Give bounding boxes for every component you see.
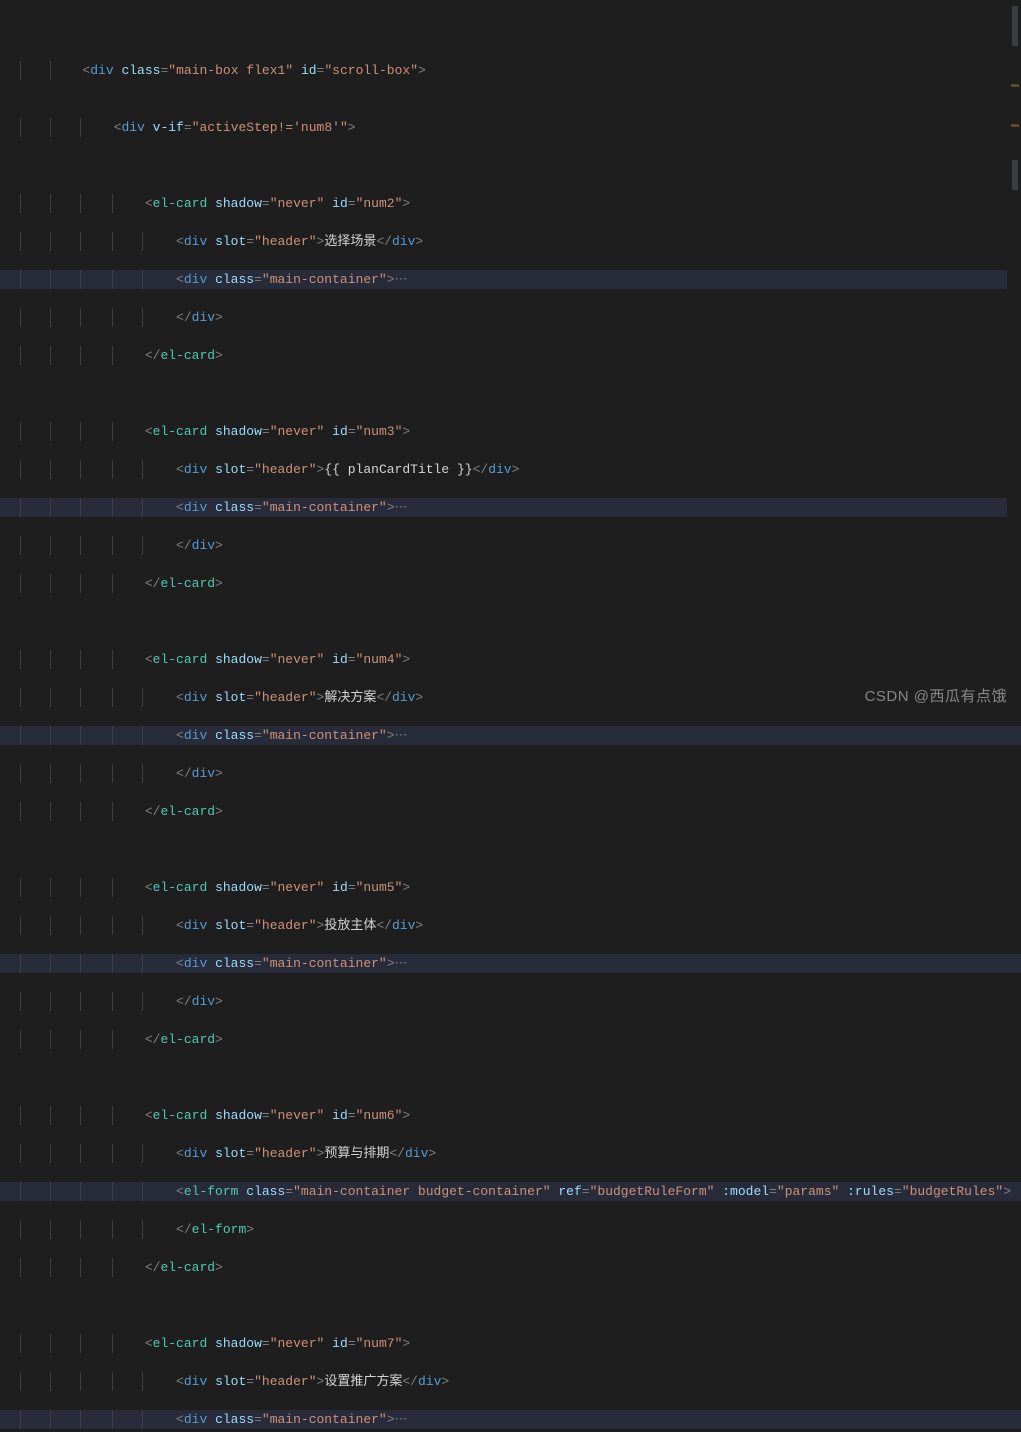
code-line: <el-card shadow="never" id="num6"> (0, 1106, 1021, 1125)
fold-icon[interactable]: ⋯ (395, 956, 408, 971)
code-line: <div slot="header">投放主体</div> (0, 916, 1021, 935)
code-line: </el-card> (0, 802, 1021, 821)
code-line: <div slot="header">设置推广方案</div> (0, 1372, 1021, 1391)
watermark: CSDN @西瓜有点饿 (865, 687, 1007, 706)
code-line: <div class="main-container">⋯ (0, 1410, 1021, 1429)
code-line: <div class="main-container">⋯ (0, 726, 1021, 745)
fold-icon[interactable]: ⋯ (395, 728, 408, 743)
code-line: </div> (0, 308, 1021, 327)
fold-icon[interactable]: ⋯ (395, 272, 408, 287)
code-line: <el-card shadow="never" id="num5"> (0, 878, 1021, 897)
code-line: </el-card> (0, 1030, 1021, 1049)
code-line: </el-card> (0, 346, 1021, 365)
code-line: <div v-if="activeStep!='num8'"> (0, 118, 1021, 137)
code-line: </el-form> (0, 1220, 1021, 1239)
minimap[interactable] (1007, 0, 1021, 716)
code-editor[interactable]: <div class="main-box flex1" id="scroll-b… (0, 0, 1021, 1432)
code-line: </div> (0, 764, 1021, 783)
code-line: <el-card shadow="never" id="num2"> (0, 194, 1021, 213)
code-line: <el-form class="main-container budget-co… (0, 1182, 1021, 1201)
fold-icon[interactable]: ⋯ (395, 500, 408, 515)
code-line: <div class="main-box flex1" id="scroll-b… (0, 61, 1021, 80)
code-line: <div class="main-container">⋯ (0, 954, 1021, 973)
code-line: <el-card shadow="never" id="num3"> (0, 422, 1021, 441)
code-line: </el-card> (0, 1258, 1021, 1277)
code-line: <div slot="header">{{ planCardTitle }}</… (0, 460, 1021, 479)
code-line: <div class="main-container">⋯ (0, 270, 1021, 289)
code-line: <div slot="header">选择场景</div> (0, 232, 1021, 251)
code-line: <el-card shadow="never" id="num7"> (0, 1334, 1021, 1353)
fold-icon[interactable]: ⋯ (395, 1412, 408, 1427)
code-line: <el-card shadow="never" id="num4"> (0, 650, 1021, 669)
code-line: </div> (0, 992, 1021, 1011)
code-line: </el-card> (0, 574, 1021, 593)
code-line: <div slot="header">预算与排期</div> (0, 1144, 1021, 1163)
code-line: </div> (0, 536, 1021, 555)
code-line: <div class="main-container">⋯ (0, 498, 1021, 517)
